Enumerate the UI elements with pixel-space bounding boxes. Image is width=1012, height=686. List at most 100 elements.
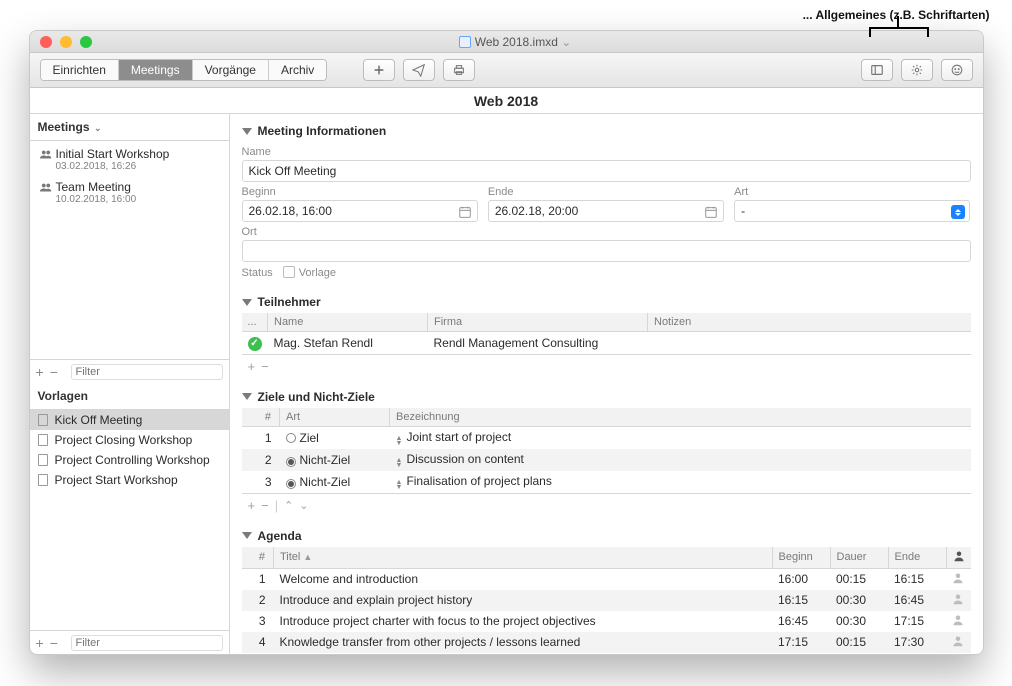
- add-template-button[interactable]: +: [36, 636, 44, 650]
- check-status-icon: [248, 337, 262, 351]
- end-label: Ende: [488, 182, 724, 200]
- printer-icon: [452, 63, 466, 77]
- person-icon: [952, 614, 964, 626]
- templates-options-button[interactable]: [64, 636, 65, 649]
- table-row[interactable]: 3Introduce project charter with focus to…: [242, 611, 971, 632]
- template-item[interactable]: Project Start Workshop: [30, 470, 229, 490]
- disclosure-triangle-icon[interactable]: [242, 299, 252, 306]
- meetings-footer: + −: [30, 359, 229, 383]
- col-num[interactable]: #: [242, 547, 274, 569]
- close-window-button[interactable]: [40, 36, 52, 48]
- meetings-section-header[interactable]: Meetings ⌄: [30, 114, 229, 141]
- chevron-down-icon: ⌄: [92, 123, 102, 133]
- remove-goal-button[interactable]: −: [261, 498, 269, 513]
- dropdown-caret-icon: [951, 205, 965, 219]
- place-field[interactable]: [242, 240, 971, 262]
- left-sidebar: Meetings ⌄ Initial Start Workshop03.02.2…: [30, 114, 230, 654]
- name-field[interactable]: Kick Off Meeting: [242, 160, 971, 182]
- template-item[interactable]: Project Closing Workshop: [30, 430, 229, 450]
- table-row[interactable]: 4Knowledge transfer from other projects …: [242, 632, 971, 653]
- emoji-button[interactable]: [941, 59, 973, 81]
- segment-einrichten[interactable]: Einrichten: [41, 60, 119, 80]
- name-label: Name: [242, 142, 971, 160]
- segment-vorgänge[interactable]: Vorgänge: [193, 60, 269, 80]
- person-icon: [953, 550, 965, 562]
- art-select[interactable]: -: [734, 200, 970, 222]
- col-status[interactable]: ...: [242, 313, 268, 332]
- calendar-icon: [704, 205, 718, 219]
- template-checkbox[interactable]: [283, 266, 295, 278]
- meeting-info-title: Meeting Informationen: [258, 124, 387, 138]
- place-label: Ort: [242, 222, 971, 240]
- meetings-filter-input[interactable]: [71, 364, 223, 380]
- updown-icon: ▲▼: [396, 436, 403, 446]
- paperplane-icon: [412, 63, 426, 77]
- segment-archiv[interactable]: Archiv: [269, 60, 326, 80]
- smiley-icon: [950, 63, 964, 77]
- template-item[interactable]: Project Controlling Workshop: [30, 450, 229, 470]
- add-participant-button[interactable]: +: [248, 359, 256, 374]
- col-firm[interactable]: Firma: [428, 313, 648, 332]
- gear-icon: [910, 63, 924, 77]
- disclosure-triangle-icon[interactable]: [242, 128, 252, 135]
- meetings-options-button[interactable]: [64, 365, 65, 378]
- document-icon: [38, 474, 48, 486]
- document-title: Web 2018: [30, 88, 983, 114]
- participants-footer: + −: [242, 354, 971, 378]
- table-row[interactable]: 1Welcome and introduction16:0000:1516:15: [242, 568, 971, 590]
- segment-meetings[interactable]: Meetings: [119, 60, 193, 80]
- remove-participant-button[interactable]: −: [261, 359, 269, 374]
- remove-meeting-button[interactable]: −: [50, 365, 58, 379]
- send-button[interactable]: [403, 59, 435, 81]
- remove-template-button[interactable]: −: [50, 636, 58, 650]
- updown-icon: ▲▼: [396, 458, 403, 468]
- templates-filter-input[interactable]: [71, 635, 223, 651]
- move-up-button[interactable]: ⌃: [284, 499, 293, 512]
- table-row[interactable]: Mag. Stefan RendlRendl Management Consul…: [242, 332, 971, 354]
- table-row[interactable]: 1Ziel▲▼Joint start of project: [242, 426, 971, 449]
- template-item[interactable]: Kick Off Meeting: [30, 410, 229, 430]
- titlebar: Web 2018.imxd ⌄: [30, 31, 983, 53]
- col-bez[interactable]: Bezeichnung: [390, 408, 971, 427]
- col-dauer[interactable]: Dauer: [830, 547, 888, 569]
- table-row[interactable]: 2Introduce and explain project history16…: [242, 590, 971, 611]
- col-name[interactable]: Name: [268, 313, 428, 332]
- sidebar-toggle-button[interactable]: [861, 59, 893, 81]
- add-meeting-button[interactable]: +: [36, 365, 44, 379]
- table-row[interactable]: 5Assignment of project roles to project …: [242, 653, 971, 655]
- meeting-item[interactable]: Team Meeting10.02.2018, 16:00: [30, 176, 229, 209]
- meeting-item[interactable]: Initial Start Workshop03.02.2018, 16:26: [30, 143, 229, 176]
- disclosure-triangle-icon[interactable]: [242, 532, 252, 539]
- disclosure-triangle-icon[interactable]: [242, 393, 252, 400]
- col-title[interactable]: Titel▲: [274, 547, 773, 569]
- templates-footer: + −: [30, 630, 229, 654]
- content-area: Meeting Informationen Name Kick Off Meet…: [230, 114, 983, 654]
- view-segmented-control[interactable]: EinrichtenMeetingsVorgängeArchiv: [40, 59, 328, 81]
- settings-button[interactable]: [901, 59, 933, 81]
- goal-type-icon: [286, 433, 296, 443]
- col-art[interactable]: Art: [280, 408, 390, 427]
- goal-type-icon: [286, 479, 296, 489]
- end-field[interactable]: 26.02.18, 20:00: [488, 200, 724, 222]
- col-ende[interactable]: Ende: [888, 547, 946, 569]
- add-goal-button[interactable]: +: [248, 498, 256, 513]
- begin-field[interactable]: 26.02.18, 16:00: [242, 200, 478, 222]
- table-row[interactable]: 2Nicht-Ziel▲▼Discussion on content: [242, 449, 971, 471]
- art-label: Art: [734, 182, 970, 200]
- person-icon: [952, 593, 964, 605]
- sidebar-icon: [870, 63, 884, 77]
- col-num[interactable]: #: [242, 408, 280, 427]
- move-down-button[interactable]: ⌄: [299, 499, 308, 512]
- col-begin[interactable]: Beginn: [772, 547, 830, 569]
- col-notes[interactable]: Notizen: [648, 313, 971, 332]
- participants-title: Teilnehmer: [258, 295, 321, 309]
- agenda-title: Agenda: [258, 529, 302, 543]
- table-row[interactable]: 3Nicht-Ziel▲▼Finalisation of project pla…: [242, 471, 971, 493]
- col-presenter[interactable]: [946, 547, 971, 569]
- add-button[interactable]: [363, 59, 395, 81]
- participants-panel: Teilnehmer ... Name Firma Notizen Mag. S…: [230, 285, 983, 380]
- document-icon: [38, 454, 48, 466]
- goal-type-icon: [286, 457, 296, 467]
- templates-section-header[interactable]: Vorlagen: [30, 383, 229, 410]
- print-button[interactable]: [443, 59, 475, 81]
